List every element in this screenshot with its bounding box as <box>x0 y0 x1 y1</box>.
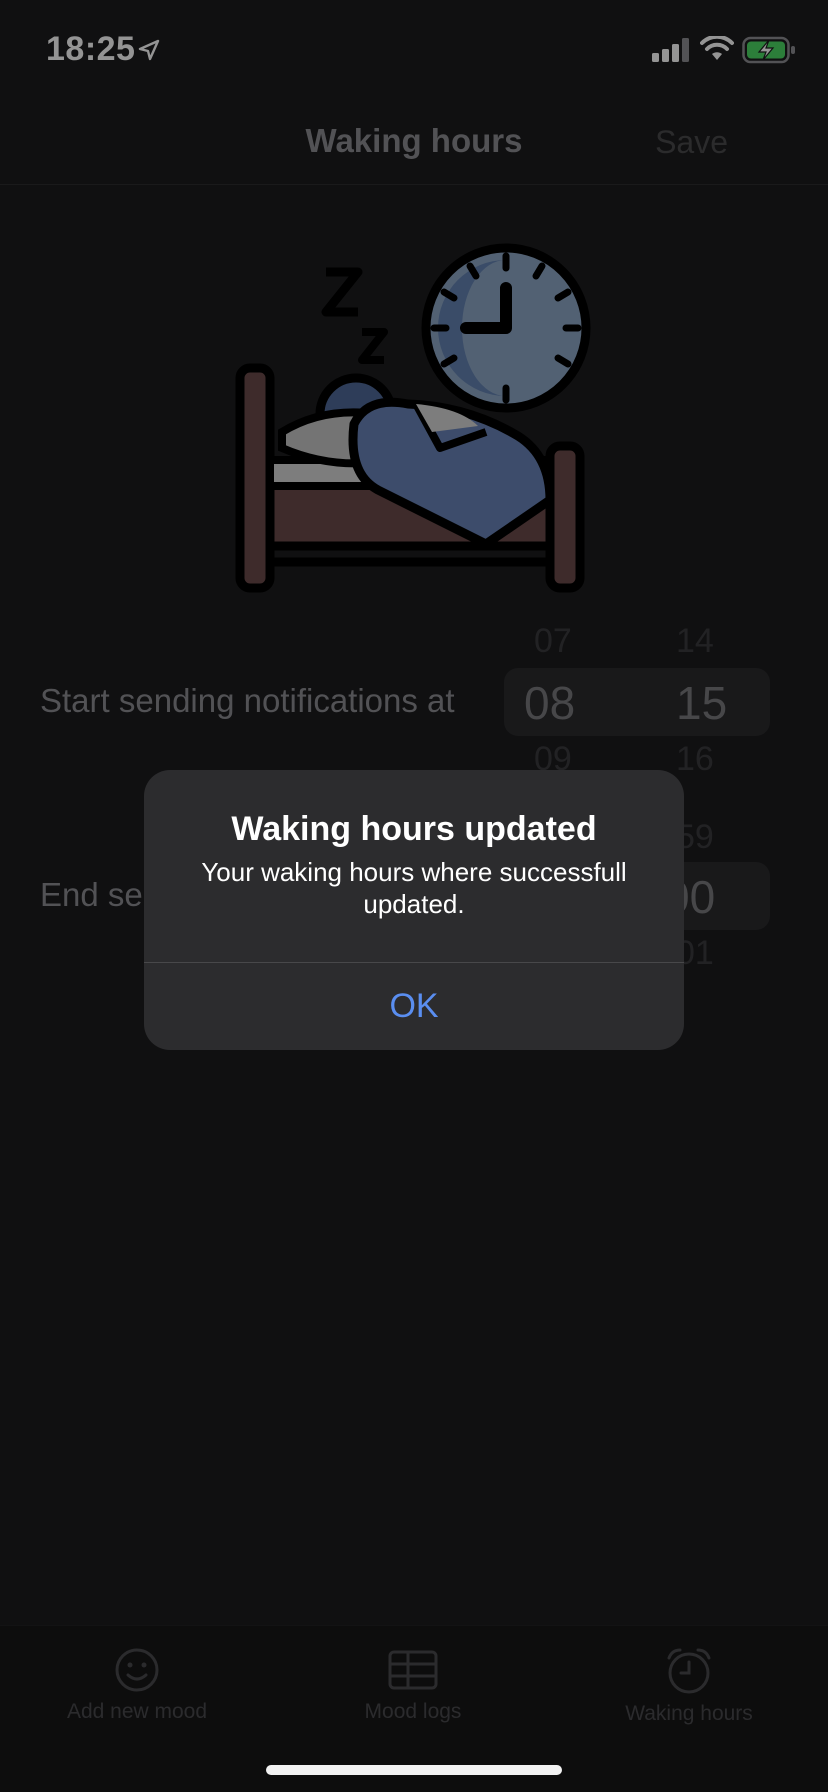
ok-button[interactable]: OK <box>144 963 684 1050</box>
alert-title: Waking hours updated <box>231 810 597 848</box>
home-indicator[interactable] <box>266 1765 562 1775</box>
alert-dialog: Waking hours updated Your waking hours w… <box>144 770 684 1050</box>
screen: 18:25 Waking hours Save Start sending no… <box>0 0 828 1792</box>
alert-message: Your waking hours where successfull upda… <box>201 857 627 919</box>
